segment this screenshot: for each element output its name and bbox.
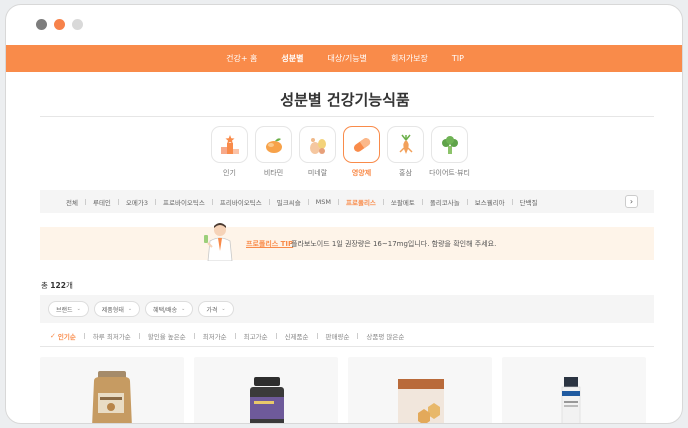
tip-banner: 프로폴리스 TIP 플라보노이드 1일 권장량은 16~17mg입니다. 함량을… bbox=[40, 223, 654, 261]
product-card[interactable] bbox=[194, 357, 338, 423]
product-image bbox=[92, 371, 132, 423]
window-minimize-dot[interactable] bbox=[54, 19, 65, 30]
sort-highest-price[interactable]: 최고가순 bbox=[244, 331, 268, 341]
category-diet-beauty[interactable]: 다이어트·뷰티 bbox=[429, 126, 470, 178]
subnav-item[interactable]: 밀크씨슬 bbox=[277, 197, 301, 207]
nav-item-ingredient[interactable]: 성분별 bbox=[269, 53, 315, 64]
orange-icon bbox=[265, 137, 282, 153]
sort-lowest-price[interactable]: 최저가순 bbox=[203, 331, 227, 341]
sort-newest[interactable]: 신제품순 bbox=[285, 331, 309, 341]
subnav-next-button[interactable]: › bbox=[625, 195, 638, 208]
sort-options: ✓ 인기순 하루 최저가순 할인율 높은순 최저가순 최고가순 신제품순 판매량… bbox=[50, 331, 404, 341]
window-maximize-dot[interactable] bbox=[72, 19, 83, 30]
filter-bar: 브랜드 ⌄ 제품형태 ⌄ 혜택/배송 ⌄ 가격 ⌄ bbox=[40, 295, 654, 323]
nav-item-target-function[interactable]: 대상/기능별 bbox=[316, 53, 380, 64]
browser-window: 건강+ 홈 성분별 대상/기능별 회저가보장 TIP 성분별 건강기능식품 인기 bbox=[5, 4, 683, 424]
product-card[interactable] bbox=[40, 357, 184, 423]
filter-benefit-shipping[interactable]: 혜택/배송 ⌄ bbox=[145, 301, 194, 317]
sort-popular[interactable]: 인기순 bbox=[58, 331, 76, 341]
category-label: 홍삼 bbox=[399, 169, 412, 177]
subnav-item-active[interactable]: 프로폴리스 bbox=[346, 197, 376, 207]
tip-label[interactable]: 프로폴리스 TIP bbox=[246, 239, 293, 249]
capsule-icon bbox=[353, 137, 370, 152]
subnav-item[interactable]: 루테인 bbox=[93, 197, 111, 207]
chevron-down-icon: ⌄ bbox=[76, 306, 81, 312]
product-image bbox=[561, 377, 581, 423]
subnav-item[interactable]: 쏘팔메토 bbox=[391, 197, 415, 207]
filter-price[interactable]: 가격 ⌄ bbox=[198, 301, 234, 317]
category-supplement[interactable]: 영양제 bbox=[343, 126, 380, 178]
product-card[interactable] bbox=[502, 357, 646, 423]
divider bbox=[40, 116, 654, 117]
mineral-icon bbox=[309, 137, 326, 154]
chevron-down-icon: ⌄ bbox=[127, 306, 133, 312]
category-label: 인기 bbox=[223, 169, 236, 177]
broccoli-icon bbox=[441, 135, 458, 154]
nav-item-lowest-price[interactable]: 회저가보장 bbox=[379, 53, 440, 64]
category-icons: 인기 비타민 미네랄 영양제 홍삼 다이어트·뷰티 bbox=[211, 126, 470, 178]
divider bbox=[40, 346, 654, 347]
filter-product-form[interactable]: 제품형태 ⌄ bbox=[93, 301, 141, 317]
subnav-item[interactable]: 프리바이오틱스 bbox=[220, 197, 262, 207]
category-mineral[interactable]: 미네랄 bbox=[299, 126, 336, 178]
filter-brand[interactable]: 브랜드 ⌄ bbox=[48, 301, 89, 317]
product-image bbox=[398, 379, 444, 423]
category-label: 영양제 bbox=[351, 169, 372, 177]
category-label: 비타민 bbox=[263, 169, 284, 177]
product-count: 총 122개 bbox=[41, 281, 73, 290]
nav-item-tip[interactable]: TIP bbox=[440, 54, 476, 63]
ingredient-subnav: 전체 루테인 오메가3 프로바이오틱스 프리바이오틱스 밀크씨슬 MSM 프로폴… bbox=[40, 190, 654, 213]
product-grid bbox=[40, 357, 654, 423]
chevron-down-icon: ⌄ bbox=[181, 306, 186, 312]
subnav-item[interactable]: 보스웰리아 bbox=[475, 197, 505, 207]
subnav-item[interactable]: 폴리코사놀 bbox=[430, 197, 460, 207]
product-card[interactable] bbox=[348, 357, 492, 423]
ginseng-icon bbox=[398, 134, 413, 154]
window-titlebar bbox=[6, 5, 682, 45]
page-title: 성분별 건강기능식품 bbox=[280, 91, 410, 109]
window-close-dot[interactable] bbox=[36, 19, 47, 30]
tip-text: 플라보노이드 1일 권장량은 16~17mg입니다. 함량을 확인해 주세요. bbox=[291, 240, 497, 248]
category-red-ginseng[interactable]: 홍삼 bbox=[387, 126, 424, 178]
trophy-icon bbox=[220, 134, 239, 154]
sort-daily-lowest[interactable]: 하루 최저가순 bbox=[93, 331, 131, 341]
sort-discount[interactable]: 할인율 높은순 bbox=[148, 331, 186, 341]
category-label: 다이어트·뷰티 bbox=[429, 169, 470, 177]
category-label: 미네랄 bbox=[307, 169, 328, 177]
subnav-item[interactable]: 오메가3 bbox=[126, 197, 148, 207]
subnav-item[interactable]: 전체 bbox=[66, 197, 78, 207]
nav-item-home[interactable]: 건강+ 홈 bbox=[214, 53, 269, 64]
product-image bbox=[250, 377, 284, 423]
pharmacist-illustration bbox=[204, 223, 233, 261]
sort-sales[interactable]: 판매량순 bbox=[326, 331, 350, 341]
top-navigation: 건강+ 홈 성분별 대상/기능별 회저가보장 TIP bbox=[6, 45, 682, 72]
category-popular[interactable]: 인기 bbox=[211, 126, 248, 178]
subnav-item[interactable]: 프로바이오틱스 bbox=[163, 197, 205, 207]
chevron-down-icon: ⌄ bbox=[221, 306, 226, 312]
check-icon: ✓ bbox=[50, 332, 56, 340]
subnav-item[interactable]: 단백질 bbox=[520, 197, 538, 207]
sort-reviews[interactable]: 상품평 많은순 bbox=[366, 331, 404, 341]
subnav-item[interactable]: MSM bbox=[316, 198, 331, 206]
category-vitamin[interactable]: 비타민 bbox=[255, 126, 292, 178]
